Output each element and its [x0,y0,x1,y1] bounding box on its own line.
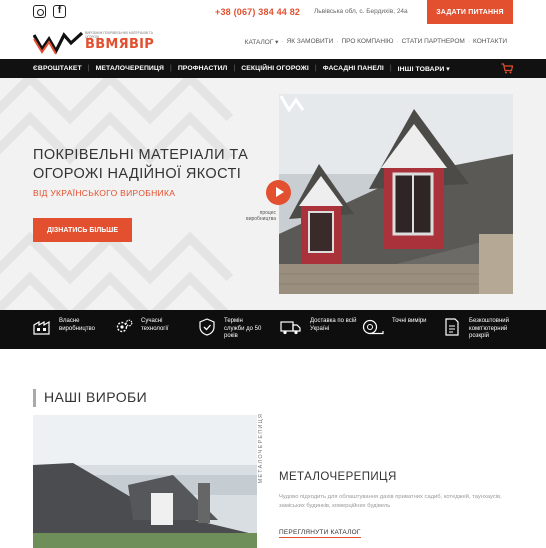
view-catalog-link[interactable]: ПЕРЕГЛЯНУТИ КАТАЛОГ [279,529,361,538]
factory-icon [33,320,50,335]
nav-separator: | [169,65,172,72]
address-text: Львівська обл, с. Бердихів, 24а [314,8,408,15]
logo-mark-icon [32,31,84,55]
products-section: НАШІ ВИРОБИ МЕТАЛОЧЕРЕПИЦЯ МЕТАЛОЧЕРЕПИЦ… [0,349,546,548]
play-video-button[interactable] [266,180,291,205]
feature-item: Безкоштовний комп'ютерний розкрій [443,318,521,341]
topnav-contacts[interactable]: КОНТАКТИ [470,38,510,46]
features-strip: Власне виробництво Сучасні технології Те… [0,310,546,349]
hero-image [279,94,513,294]
product-name: МЕТАЛОЧЕРЕПИЦЯ [279,471,397,483]
learn-more-button[interactable]: ДІЗНАТИСЬ БІЛЬШЕ [33,218,132,242]
hero-section: ПОКРІВЕЛЬНІ МАТЕРІАЛИ ТА ОГОРОЖІ НАДІЙНО… [0,78,546,310]
hero-subtitle: ВІД УКРАЇНСЬКОГО ВИРОБНИКА [33,188,176,198]
watermark-logo-icon [279,95,305,113]
feature-text: Сучасні технології [141,318,169,332]
main-nav: ЄВРОШТАКЕТ | МЕТАЛОЧЕРЕПИЦЯ | ПРОФНАСТИЛ… [0,59,546,78]
house-roof-image [279,94,513,294]
topnav-how-to-order[interactable]: ЯК ЗАМОВИТИ [284,38,337,46]
top-nav: КАТАЛОГ ▾ · ЯК ЗАМОВИТИ · ПРО КОМПАНІЮ ·… [242,38,510,46]
topnav-catalog[interactable]: КАТАЛОГ ▾ [242,38,282,46]
feature-text: Безкоштовний комп'ютерний розкрій [469,318,509,339]
mainnav-profnastyl[interactable]: ПРОФНАСТИЛ [178,65,234,72]
hero-title: ПОКРІВЕЛЬНІ МАТЕРІАЛИ ТА ОГОРОЖІ НАДІЙНО… [33,147,249,182]
vertical-category-label: МЕТАЛОЧЕРЕПИЦЯ [258,413,268,523]
section-title-accent [33,389,36,407]
vertical-label-text: МЕТАЛОЧЕРЕПИЦЯ [258,413,264,484]
video-label: процес виробництва [246,210,276,222]
logo-text: ВВМЯВІР [85,37,155,52]
feature-item: Доставка по всій Україні [280,318,358,336]
feature-item: Власне виробництво [33,318,107,336]
nav-separator: | [233,65,236,72]
feature-item: Сучасні технології [115,318,189,336]
shield-icon [199,318,215,336]
gears-icon [116,319,133,333]
instagram-icon[interactable] [33,5,46,18]
mainnav-other-goods[interactable]: ІНШІ ТОВАРИ ▾ [398,65,456,73]
topnav-partner[interactable]: СТАТИ ПАРТНЕРОМ [399,38,468,46]
product-description: Чудово підходить для облаштування дахів … [279,494,502,509]
nav-separator: | [389,65,392,72]
cart-icon[interactable] [501,63,513,74]
feature-item: Точні виміри [362,318,428,336]
section-title: НАШІ ВИРОБИ [44,389,148,405]
tape-measure-icon [362,319,384,335]
feature-text: Доставка по всій Україні [310,318,357,332]
top-bar: f +38 (067) 384 44 82 Львівська обл, с. … [0,0,546,26]
mainnav-facade-panels[interactable]: ФАСАДНІ ПАНЕЛІ [323,65,390,72]
mainnav-section-fences[interactable]: СЕКЦІЙНІ ОГОРОЖІ [241,65,315,72]
nav-separator: | [314,65,317,72]
topnav-about[interactable]: ПРО КОМПАНІЮ [338,38,396,46]
feature-text: Власне виробництво [59,318,95,332]
facebook-icon[interactable]: f [53,5,66,18]
feature-text: Точні виміри [392,318,427,324]
document-icon [445,318,459,336]
phone-link[interactable]: +38 (067) 384 44 82 [215,7,300,17]
feature-text: Термін служби до 50 років [224,318,262,339]
metal-tile-roof-image [33,415,257,548]
nav-separator: | [87,65,90,72]
feature-item: Термін служби до 50 років [198,318,264,341]
mainnav-metal-tile[interactable]: МЕТАЛОЧЕРЕПИЦЯ [96,65,170,72]
truck-icon [280,321,301,335]
page: f +38 (067) 384 44 82 Львівська обл, с. … [0,0,546,548]
logo[interactable]: ВИРОБНИК ПОКРІВЕЛЬНИХ МАТЕРІАЛІВ ТА ОГОР… [32,29,163,55]
product-image[interactable] [33,415,257,548]
ask-question-button[interactable]: ЗАДАТИ ПИТАННЯ [427,0,513,24]
mainnav-euroshtaket[interactable]: ЄВРОШТАКЕТ [33,65,88,72]
